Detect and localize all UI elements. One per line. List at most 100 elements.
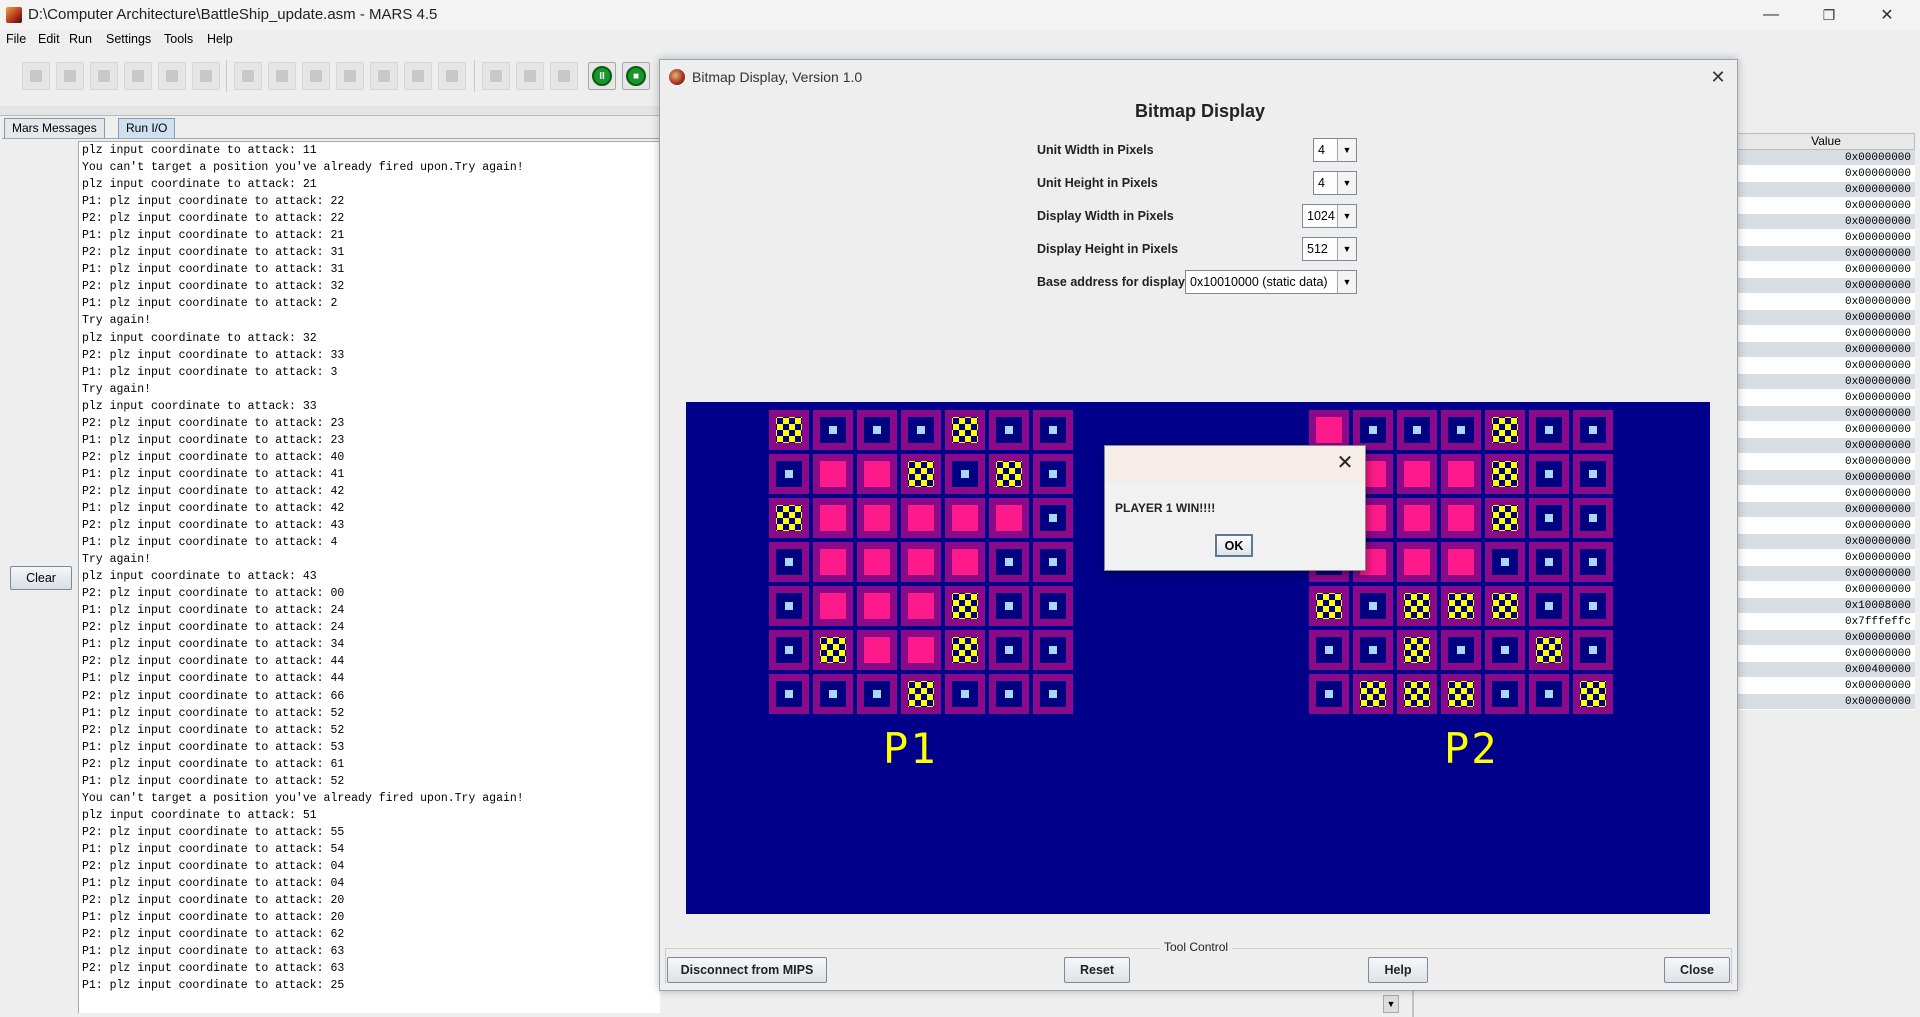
board-cell-hit [1353, 674, 1393, 714]
register-value[interactable]: 0x00000000 [1737, 518, 1915, 534]
register-value[interactable]: 0x00000000 [1737, 150, 1915, 166]
register-value[interactable]: 0x00000000 [1737, 646, 1915, 662]
register-value[interactable]: 0x00000000 [1737, 262, 1915, 278]
close-button[interactable]: Close [1664, 957, 1730, 983]
board-cell-ship [989, 498, 1029, 538]
register-value[interactable]: 0x00000000 [1737, 678, 1915, 694]
register-value[interactable]: 0x00000000 [1737, 390, 1915, 406]
assemble-icon[interactable] [438, 62, 466, 90]
save-icon[interactable] [90, 62, 118, 90]
ok-button[interactable]: OK [1215, 534, 1253, 557]
reset-button[interactable]: Reset [1064, 957, 1130, 983]
unit-width-label: Unit Width in Pixels [1037, 143, 1154, 157]
register-value[interactable]: 0x00000000 [1737, 358, 1915, 374]
register-value[interactable]: 0x00400000 [1737, 662, 1915, 678]
tab-mars-messages[interactable]: Mars Messages [4, 118, 105, 138]
display-height-select[interactable]: 512 ▼ [1302, 237, 1357, 261]
unit-width-select[interactable]: 4 ▼ [1313, 138, 1357, 162]
console-line: P2: plz input coordinate to attack: 23 [82, 416, 345, 430]
register-value[interactable]: 0x00000000 [1737, 550, 1915, 566]
new-file-icon[interactable] [22, 62, 50, 90]
backstep-icon[interactable] [550, 62, 578, 90]
chevron-down-icon[interactable]: ▼ [1337, 205, 1356, 227]
register-value[interactable]: 0x00000000 [1737, 294, 1915, 310]
register-value[interactable]: 0x00000000 [1737, 406, 1915, 422]
menu-run[interactable]: Run [69, 32, 92, 46]
print-icon[interactable] [192, 62, 220, 90]
register-value[interactable]: 0x00000000 [1737, 470, 1915, 486]
run-icon[interactable] [482, 62, 510, 90]
disconnect-button[interactable]: Disconnect from MIPS [667, 957, 827, 983]
register-value[interactable]: 0x00000000 [1737, 182, 1915, 198]
menu-settings[interactable]: Settings [106, 32, 151, 46]
register-value[interactable]: 0x00000000 [1737, 534, 1915, 550]
register-value[interactable]: 0x00000000 [1737, 310, 1915, 326]
register-value[interactable]: 0x00000000 [1737, 198, 1915, 214]
register-value[interactable]: 0x00000000 [1737, 694, 1915, 710]
help-button[interactable]: Help [1368, 957, 1428, 983]
cell-inner [776, 417, 802, 443]
register-value[interactable]: 0x00000000 [1737, 454, 1915, 470]
console-line: P1: plz input coordinate to attack: 54 [82, 842, 345, 856]
pause-icon[interactable]: II [588, 62, 616, 90]
register-value[interactable]: 0x00000000 [1737, 630, 1915, 646]
console-line: plz input coordinate to attack: 43 [82, 570, 317, 584]
split-divider[interactable] [0, 106, 660, 116]
window-close-button[interactable]: ✕ [1864, 0, 1910, 30]
copy-icon[interactable] [336, 62, 364, 90]
undo-icon[interactable] [234, 62, 262, 90]
dump-memory-icon[interactable] [158, 62, 186, 90]
menu-edit[interactable]: Edit [38, 32, 60, 46]
p2-label: P2 [1444, 724, 1499, 773]
clear-button[interactable]: Clear [10, 566, 72, 590]
register-value[interactable]: 0x00000000 [1737, 166, 1915, 182]
register-value[interactable]: 0x7fffeffc [1737, 614, 1915, 630]
menu-help[interactable]: Help [207, 32, 233, 46]
register-value[interactable]: 0x00000000 [1737, 342, 1915, 358]
find-replace-icon[interactable] [404, 62, 432, 90]
register-value[interactable]: 0x00000000 [1737, 214, 1915, 230]
save-as-icon[interactable] [124, 62, 152, 90]
register-value[interactable]: 0x00000000 [1737, 502, 1915, 518]
maximize-button[interactable]: ❐ [1806, 0, 1852, 30]
register-value[interactable]: 0x00000000 [1737, 230, 1915, 246]
paste-icon[interactable] [370, 62, 398, 90]
register-value[interactable]: 0x10008000 [1737, 598, 1915, 614]
cell-inner [996, 417, 1022, 443]
register-value[interactable]: 0x00000000 [1737, 566, 1915, 582]
register-value[interactable]: 0x00000000 [1737, 278, 1915, 294]
board-cell-water [769, 454, 809, 494]
board-cell-hit [1485, 410, 1525, 450]
close-icon[interactable]: ✕ [1333, 450, 1357, 474]
cut-icon[interactable] [302, 62, 330, 90]
console-output[interactable]: plz input coordinate to attack: 11 You ca… [78, 141, 660, 1013]
popup-titlebar [1105, 446, 1365, 482]
step-icon[interactable] [516, 62, 544, 90]
register-value[interactable]: 0x00000000 [1737, 374, 1915, 390]
base-address-select[interactable]: 0x10010000 (static data) ▼ [1185, 270, 1357, 294]
register-value[interactable]: 0x00000000 [1737, 326, 1915, 342]
menu-file[interactable]: File [6, 32, 26, 46]
display-width-select[interactable]: 1024 ▼ [1302, 204, 1357, 228]
register-value[interactable]: 0x00000000 [1737, 422, 1915, 438]
chevron-down-icon[interactable]: ▼ [1337, 139, 1356, 161]
cell-inner [1448, 681, 1474, 707]
register-value[interactable]: 0x00000000 [1737, 246, 1915, 262]
register-value[interactable]: 0x00000000 [1737, 438, 1915, 454]
scroll-down-icon[interactable]: ▼ [1383, 995, 1399, 1013]
unit-height-select[interactable]: 4 ▼ [1313, 171, 1357, 195]
menu-tools[interactable]: Tools [164, 32, 193, 46]
stop-icon[interactable]: ■ [622, 62, 650, 90]
open-file-icon[interactable] [56, 62, 84, 90]
register-value[interactable]: 0x00000000 [1737, 582, 1915, 598]
close-icon[interactable]: ✕ [1705, 66, 1731, 88]
minimize-button[interactable]: — [1748, 0, 1794, 30]
register-value[interactable]: 0x00000000 [1737, 486, 1915, 502]
chevron-down-icon[interactable]: ▼ [1337, 238, 1356, 260]
tab-run-io[interactable]: Run I/O [118, 118, 176, 138]
cell-inner [1536, 417, 1562, 443]
chevron-down-icon[interactable]: ▼ [1337, 271, 1356, 293]
cell-inner [1536, 681, 1562, 707]
chevron-down-icon[interactable]: ▼ [1337, 172, 1356, 194]
redo-icon[interactable] [268, 62, 296, 90]
